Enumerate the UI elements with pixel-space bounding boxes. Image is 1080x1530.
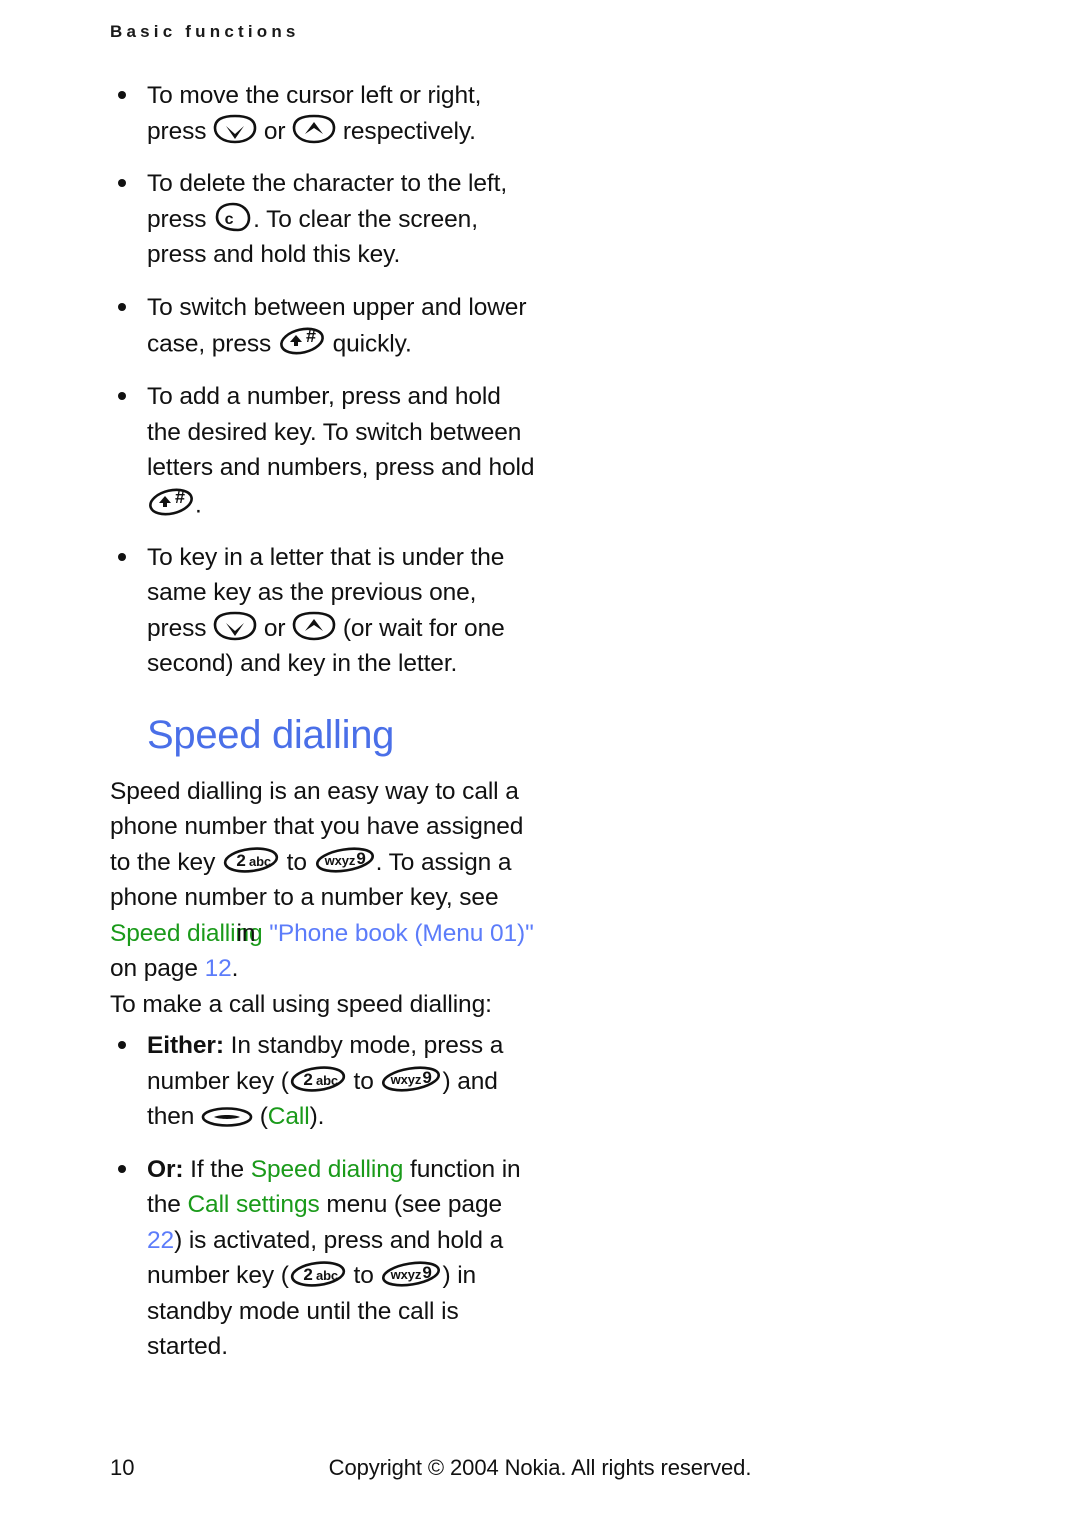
bullet-dot-icon bbox=[118, 552, 126, 561]
shift-hash-key-icon: # bbox=[147, 486, 195, 518]
list-item-move-cursor: To move the cursor left or right, press … bbox=[110, 78, 540, 149]
text-column: To move the cursor left or right, press … bbox=[110, 78, 540, 1365]
svg-text:9: 9 bbox=[356, 849, 365, 868]
page-title: Speed dialling bbox=[147, 712, 395, 757]
body-text: . bbox=[195, 491, 202, 519]
page-footer: 10 Copyright © 2004 Nokia. All rights re… bbox=[0, 1455, 1080, 1489]
scroll-up-key-icon bbox=[292, 611, 336, 641]
running-header: Basic functions bbox=[110, 22, 300, 41]
ui-term: Call bbox=[267, 1103, 310, 1131]
svg-text:2: 2 bbox=[303, 1070, 312, 1089]
body-text: respectively. bbox=[336, 117, 476, 145]
scroll-down-key-icon bbox=[213, 611, 257, 641]
svg-text:2: 2 bbox=[303, 1265, 312, 1284]
soft-key-icon bbox=[201, 1104, 253, 1130]
svg-text:abc: abc bbox=[249, 854, 271, 869]
svg-text:wxyz: wxyz bbox=[390, 1072, 422, 1087]
body-text: ( bbox=[253, 1103, 268, 1131]
ui-term: Call settings bbox=[187, 1191, 320, 1219]
bullet-dot-icon bbox=[118, 91, 126, 99]
svg-text:9: 9 bbox=[423, 1068, 432, 1087]
speed-dialling-intro-wrap: Speed dialling is an easy way to call a … bbox=[110, 774, 540, 987]
body-text: If the bbox=[183, 1155, 251, 1183]
section-heading-wrap: Speed dialling bbox=[110, 712, 540, 758]
intro-bullet-list: To move the cursor left or right, press … bbox=[110, 78, 540, 682]
svg-text:abc: abc bbox=[316, 1073, 338, 1088]
list-item-or: Or: If the Speed dialling function in th… bbox=[110, 1152, 540, 1365]
body-text: on page bbox=[110, 955, 205, 983]
cross-reference-link[interactable]: "Phone book (Menu 01)" bbox=[263, 920, 534, 947]
clear-key-icon: c bbox=[213, 202, 253, 232]
key-wxyz9-icon: wxyz 9 bbox=[314, 845, 376, 875]
body-text: menu (see page bbox=[319, 1191, 502, 1219]
body-text: to bbox=[346, 1262, 381, 1290]
key-wxyz9-icon: wxyz 9 bbox=[380, 1064, 442, 1094]
shift-hash-key-icon: # bbox=[278, 325, 326, 357]
svg-text:#: # bbox=[306, 326, 316, 346]
key-wxyz9-icon: wxyz 9 bbox=[380, 1259, 442, 1289]
svg-text:wxyz: wxyz bbox=[390, 1267, 422, 1282]
body-text: ). bbox=[309, 1103, 325, 1131]
body-text: to bbox=[346, 1067, 381, 1095]
key-2abc-icon: 2 abc bbox=[289, 1064, 347, 1094]
body-text: to bbox=[279, 848, 314, 876]
body-text: or bbox=[257, 614, 293, 642]
list-item-switch-case: To switch between upper and lower case, … bbox=[110, 290, 540, 363]
list-item-delete-character: To delete the character to the left, pre… bbox=[110, 166, 540, 273]
bullet-dot-icon bbox=[118, 392, 126, 401]
cross-reference-link[interactable]: 22 bbox=[147, 1227, 174, 1254]
key-2abc-icon: 2 abc bbox=[222, 845, 280, 875]
ui-term: Speed dialling bbox=[250, 1155, 404, 1183]
body-text: To add a number, press and hold the desi… bbox=[147, 383, 535, 482]
scroll-down-key-icon bbox=[213, 114, 257, 144]
scroll-up-key-icon bbox=[292, 114, 336, 144]
svg-text:2: 2 bbox=[236, 851, 245, 870]
bullet-dot-icon bbox=[118, 1041, 126, 1050]
svg-text:#: # bbox=[175, 487, 185, 507]
emphasis-label: Either: bbox=[147, 1032, 224, 1060]
body-text: quickly. bbox=[325, 330, 412, 358]
copyright-notice: Copyright © 2004 Nokia. All rights reser… bbox=[328, 1455, 752, 1480]
cross-reference-link[interactable]: 12 bbox=[205, 955, 232, 982]
lead-in-text: To make a call using speed dialling: bbox=[110, 990, 492, 1018]
speed-dialling-intro: Speed dialling is an easy way to call a … bbox=[110, 777, 534, 983]
key-2abc-icon: 2 abc bbox=[289, 1259, 347, 1289]
list-item-key-in-letter: To key in a letter that is under the sam… bbox=[110, 540, 540, 682]
svg-text:wxyz: wxyz bbox=[323, 853, 355, 868]
bullet-dot-icon bbox=[118, 179, 126, 187]
bullet-dot-icon bbox=[118, 1164, 126, 1173]
body-text: . bbox=[231, 955, 239, 983]
manual-page: Basic functions To move the cursor left … bbox=[0, 0, 1080, 1530]
list-item-add-number: To add a number, press and hold the desi… bbox=[110, 379, 540, 523]
svg-text:c: c bbox=[225, 211, 234, 228]
emphasis-label: Or: bbox=[147, 1155, 184, 1183]
svg-text:abc: abc bbox=[316, 1268, 338, 1283]
method-bullet-list: Either: In standby mode, press a number … bbox=[110, 1028, 540, 1365]
list-item-either: Either: In standby mode, press a number … bbox=[110, 1028, 540, 1135]
svg-text:9: 9 bbox=[423, 1263, 432, 1282]
bullet-dot-icon bbox=[118, 302, 126, 311]
body-text: or bbox=[257, 117, 293, 145]
